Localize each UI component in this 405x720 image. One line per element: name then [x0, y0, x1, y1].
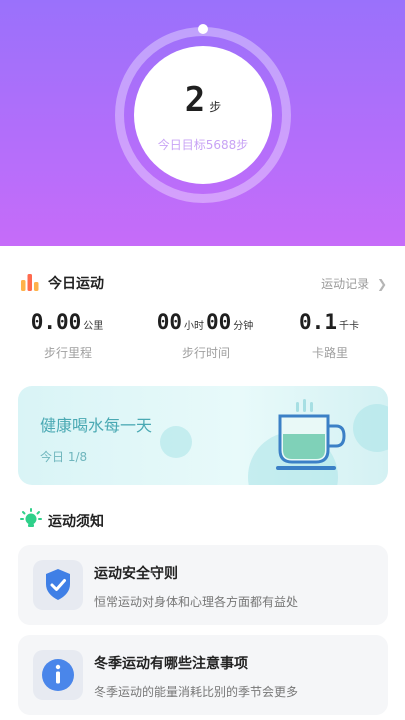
water-cup-icon	[272, 396, 352, 476]
shield-check-icon	[46, 569, 70, 600]
tip-card-icon-box	[33, 650, 83, 700]
tips-section-title: 运动须知	[48, 514, 104, 530]
lightbulb-icon	[20, 508, 42, 530]
tip-card-title: 运动安全守则	[94, 566, 178, 582]
calories-value: 0.1	[299, 310, 337, 334]
calories-unit: 千卡	[338, 321, 359, 332]
daily-goal: 今日目标5688步	[157, 138, 249, 152]
water-card-progress: 今日 1/8	[40, 450, 88, 464]
distance-value: 0.00	[30, 310, 82, 334]
decor-bubble	[353, 404, 388, 452]
exercise-record-link[interactable]: 运动记录 ❯	[321, 275, 387, 292]
step-count: 2	[184, 80, 206, 120]
calories-label: 卡路里	[311, 346, 348, 360]
minutes-unit: 分钟	[233, 321, 254, 332]
chevron-right-icon: ❯	[376, 277, 387, 291]
water-card-title: 健康喝水每一天	[40, 416, 153, 435]
water-reminder-card[interactable]: 健康喝水每一天 今日 1/8	[18, 386, 388, 485]
tip-card-desc: 恒常运动对身体和心理各方面都有益处	[94, 595, 299, 609]
hours-value: 00	[156, 310, 182, 334]
stat-distance: 0.00 公里 步行里程	[8, 310, 128, 361]
progress-ring-indicator	[198, 24, 208, 34]
step-unit: 步	[209, 100, 222, 114]
tip-card-icon-box	[33, 560, 83, 610]
hero-header: 2步 今日目标5688步	[0, 0, 405, 246]
minutes-value: 00	[206, 310, 232, 334]
hours-unit: 小时	[184, 321, 204, 332]
distance-label: 步行里程	[43, 346, 92, 360]
tip-card-winter[interactable]: 冬季运动有哪些注意事项 冬季运动的能量消耗比别的季节会更多	[18, 635, 388, 715]
stat-calories: 0.1 千卡 卡路里	[270, 310, 390, 361]
today-bar-chart-icon	[20, 272, 40, 292]
duration-label: 步行时间	[181, 346, 230, 360]
info-icon	[42, 659, 74, 691]
tip-card-title: 冬季运动有哪些注意事项	[94, 656, 248, 672]
today-section-title: 今日运动	[48, 276, 104, 292]
exercise-record-label: 运动记录	[321, 277, 370, 291]
step-counter[interactable]: 2步 今日目标5688步	[134, 46, 272, 184]
distance-unit: 公里	[83, 321, 104, 332]
tip-card-safety[interactable]: 运动安全守则 恒常运动对身体和心理各方面都有益处	[18, 545, 388, 625]
decor-bubble	[160, 426, 192, 458]
stat-duration: 00 小时00 分钟 步行时间	[146, 310, 266, 361]
tip-card-desc: 冬季运动的能量消耗比别的季节会更多	[94, 685, 299, 699]
